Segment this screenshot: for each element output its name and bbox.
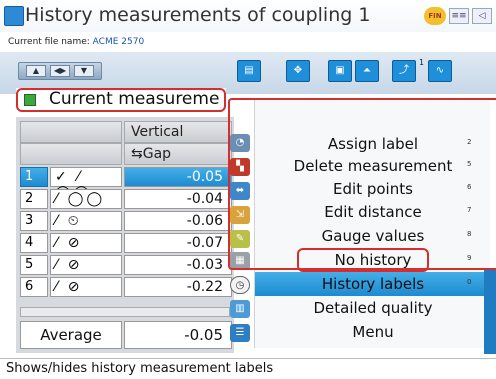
title-bar: History measurements of coupling 1 FIN ≡… xyxy=(0,0,496,32)
compass-icon[interactable]: ✥ xyxy=(286,60,310,82)
navigation-buttons: ▲ ◀▶ ▼ xyxy=(18,62,102,80)
quality-icon: ▥ xyxy=(230,300,250,318)
edit-distance-icon: ⇲ xyxy=(230,206,250,224)
row-icons: ⁄ ⊘ xyxy=(50,255,122,275)
gap-label: Gap xyxy=(142,146,172,162)
horizontal-scrollbar[interactable] xyxy=(20,307,230,317)
table-cell-value[interactable]: -0.03 xyxy=(124,255,232,275)
chart-icon[interactable]: ⤴ xyxy=(392,60,416,82)
delete-icon: ▚ xyxy=(230,158,250,176)
table-cell-value[interactable]: -0.04 xyxy=(124,189,232,209)
file-name-label: Current file name: ACME 2570 xyxy=(8,37,144,47)
shortcut-key: 0 xyxy=(467,278,472,286)
row-number[interactable]: 4 xyxy=(20,233,48,253)
monitor-icon[interactable]: ▣ xyxy=(328,60,352,82)
nav-up-button[interactable]: ▲ xyxy=(26,65,46,77)
column-header-vertical: Vertical xyxy=(124,121,232,143)
status-bar: Shows/hides history measurement labels xyxy=(0,358,496,379)
shortcut-key: 6 xyxy=(467,183,472,191)
status-text: Shows/hides history measurement labels xyxy=(6,361,274,376)
row-number[interactable]: 5 xyxy=(20,255,48,275)
menu-item-no-history[interactable]: No history xyxy=(255,248,491,272)
shortcut-key: 9 xyxy=(467,254,472,262)
menu-item-assign-label[interactable]: Assign label xyxy=(255,132,491,156)
gap-icon: ⇆ xyxy=(131,146,143,162)
grid-icon: ▦ xyxy=(230,252,250,270)
menu-item-detailed-quality[interactable]: Detailed quality xyxy=(255,296,491,320)
file-bar: Current file name: ACME 2570 xyxy=(0,32,496,52)
row-number[interactable]: 6 xyxy=(20,277,48,297)
file-name-value: ACME 2570 xyxy=(92,37,145,47)
row-number[interactable]: 1 xyxy=(20,167,48,187)
table-cell-value[interactable]: -0.07 xyxy=(124,233,232,253)
nav-down-button[interactable]: ▼ xyxy=(74,65,94,77)
edit-points-icon: ⬌ xyxy=(230,182,250,200)
table-header-blank xyxy=(20,121,122,143)
title-icons: FIN ≡≡ ◁ xyxy=(424,7,492,25)
highlight-outline xyxy=(16,88,226,112)
magnifier-icon: ◔ xyxy=(230,134,250,152)
column-subheader-gap: ⇆Gap xyxy=(124,143,232,165)
menu-item-menu[interactable]: Menu xyxy=(255,320,491,344)
grid-icon[interactable]: ▤ xyxy=(237,60,261,82)
average-label: Average xyxy=(20,321,122,349)
row-icons: ⁄ ⏲ xyxy=(50,211,122,231)
clock-icon: ◷ xyxy=(230,276,250,294)
menu-item-edit-distance[interactable]: Edit distance xyxy=(255,200,491,224)
table-cell-value[interactable]: -0.22 xyxy=(124,277,232,297)
shortcut-key: 7 xyxy=(467,206,472,214)
measurement-table: Vertical ⇆Gap 1 ✓ ⁄ ◯◯ -0.05 2 ⁄ ◯◯ -0.0… xyxy=(16,117,234,353)
side-scroll-strip[interactable] xyxy=(484,270,496,354)
row-number[interactable]: 2 xyxy=(20,189,48,209)
file-name-caption: Current file name: xyxy=(8,37,90,47)
table-cell-value[interactable]: -0.05 xyxy=(124,167,232,187)
row-icons: ⁄ ⊘ xyxy=(50,277,122,297)
shortcut-key: 5 xyxy=(467,160,472,168)
trend-icon[interactable]: ∿ xyxy=(428,60,452,82)
menu-item-edit-points[interactable]: Edit points xyxy=(255,177,491,201)
row-icons: ✓ ⁄ ◯◯ xyxy=(50,167,122,201)
row-icons: ⁄ ◯◯ xyxy=(50,189,122,209)
row-icons: ⁄ ⊘ xyxy=(50,233,122,253)
table-subheader-blank xyxy=(20,143,122,165)
menu-item-history-labels[interactable]: History labels xyxy=(255,272,491,296)
gauge-icon: ✎ xyxy=(230,230,250,248)
menu-item-delete-measurement[interactable]: Delete measurement xyxy=(255,154,491,178)
app-icon xyxy=(4,6,24,26)
list-icon[interactable]: ≡≡ xyxy=(449,8,469,24)
shortcut-key: 2 xyxy=(467,138,472,146)
window-title: History measurements of coupling 1 xyxy=(25,4,371,26)
menu-icon: ☰ xyxy=(230,324,250,342)
fin-badge: FIN xyxy=(424,7,446,25)
row-number[interactable]: 3 xyxy=(20,211,48,231)
menu-icon-column: ◔ ▚ ⬌ ⇲ ✎ ▦ ◷ ▥ ☰ xyxy=(228,134,254,344)
back-icon[interactable]: ◁ xyxy=(472,8,492,24)
shortcut-key: 8 xyxy=(467,230,472,238)
menu-item-gauge-values[interactable]: Gauge values xyxy=(255,224,491,248)
nav-sideways-button[interactable]: ◀▶ xyxy=(50,65,70,77)
table-cell-value[interactable]: -0.06 xyxy=(124,211,232,231)
current-measurement-row[interactable]: Current measureme xyxy=(16,88,226,112)
context-menu: Assign label Delete measurement Edit poi… xyxy=(254,98,491,348)
toolbar-superscript: 1 xyxy=(419,58,425,67)
wave-icon[interactable]: ⏶ xyxy=(355,60,379,82)
average-value: -0.05 xyxy=(124,321,232,349)
